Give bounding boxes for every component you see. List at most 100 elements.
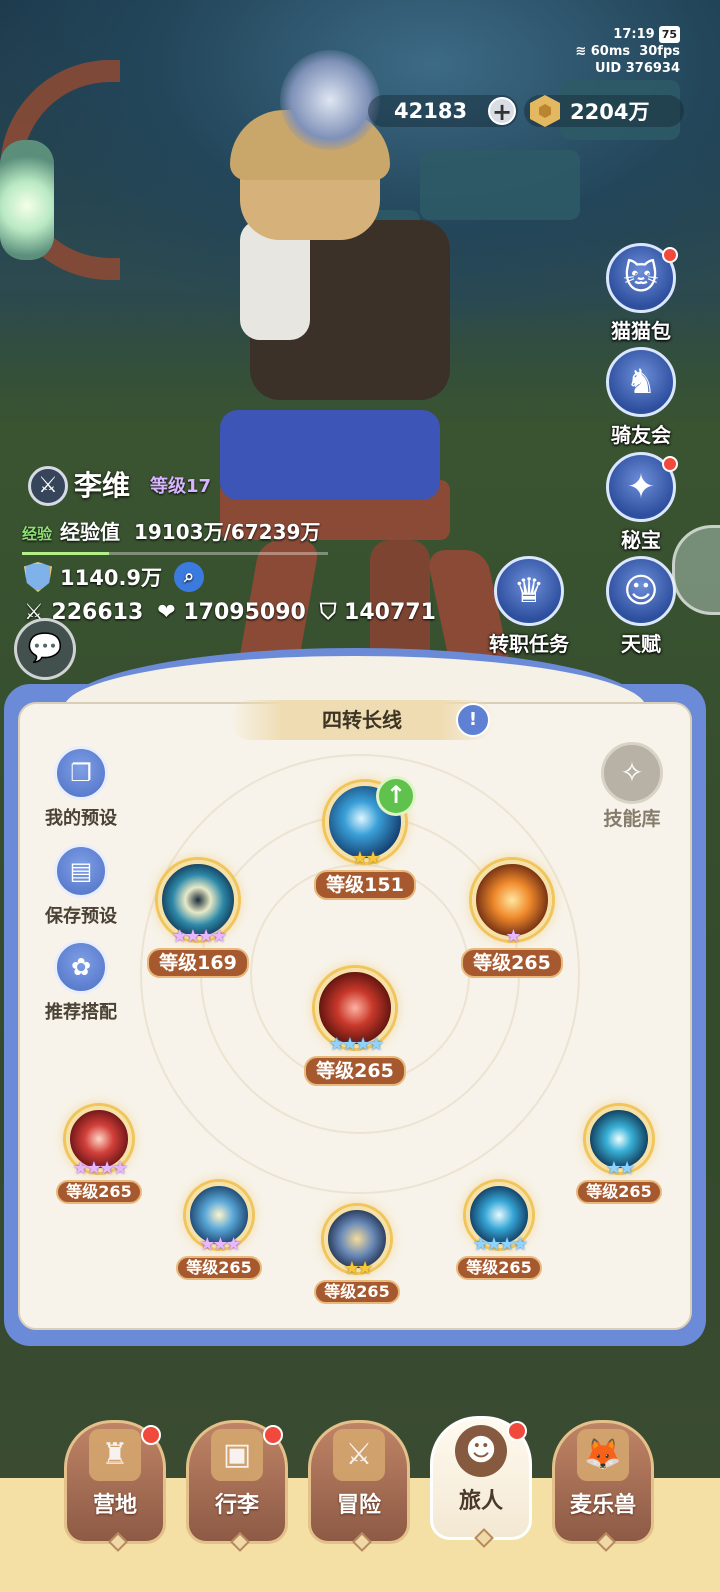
- add-gems-button[interactable]: +: [488, 97, 516, 125]
- notification-dot: [507, 1421, 527, 1441]
- nav-luggage[interactable]: ▣ 行李: [186, 1420, 288, 1552]
- talent-icon: ☺: [606, 556, 676, 626]
- background-rock: [420, 150, 580, 220]
- stats-row: ⚔ 226613 ❤ 17095090 ⛉ 140771: [24, 600, 436, 625]
- clock: 17:19: [613, 27, 655, 42]
- ping-text: 60ms: [590, 44, 631, 59]
- skill-stars: ★★: [605, 1158, 635, 1179]
- exp-tag: 经验: [22, 525, 53, 543]
- defense-shield-icon: ⛉: [319, 600, 337, 625]
- attack-value: 226613: [51, 600, 144, 625]
- skill-stars: ★★★★: [72, 1158, 129, 1179]
- skill-stars: ★★★★: [171, 926, 228, 947]
- skill-level: 等级265: [314, 1280, 400, 1304]
- side-button-cat-bag[interactable]: 🐱 猫猫包: [596, 243, 686, 344]
- crossed-swords-icon: ⚔: [333, 1429, 385, 1481]
- skill-slot-upper-right[interactable]: ★ 等级265: [447, 860, 577, 978]
- skill-slot-bottom-5[interactable]: ★★ 等级265: [554, 1106, 684, 1204]
- hp-value: 17095090: [183, 600, 306, 625]
- skill-stars: ★★★★: [328, 1034, 385, 1055]
- exp-progress-fill: [22, 552, 109, 555]
- nav-label: 营地: [92, 1493, 137, 1518]
- exp-label: 经验值: [60, 520, 121, 544]
- combat-power-icon: [24, 562, 52, 592]
- castle-icon: ♜: [89, 1429, 141, 1481]
- player-character: [120, 110, 535, 780]
- recommend-build-button[interactable]: ✿ 推荐搭配: [34, 940, 128, 1024]
- fps-text: 30fps: [639, 44, 680, 59]
- exp-progress-bar: [22, 552, 328, 555]
- skill-level: 等级169: [147, 948, 249, 978]
- nav-label: 冒险: [336, 1493, 381, 1518]
- character-level: 等级17: [150, 476, 212, 497]
- skill-slot-bottom-3[interactable]: ★★ 等级265: [292, 1206, 422, 1304]
- power-row: 1140.9万 ⌕: [24, 562, 205, 592]
- nav-label: 行李: [214, 1493, 259, 1518]
- nav-pets[interactable]: 🦊 麦乐兽: [552, 1420, 654, 1552]
- exp-value: 19103万/67239万: [133, 520, 321, 544]
- skill-stars: ★★★★: [472, 1234, 529, 1255]
- side-button-label: 猫猫包: [611, 319, 671, 343]
- skill-level: 等级265: [304, 1056, 406, 1086]
- my-presets-button[interactable]: ❐ 我的预设: [34, 746, 128, 830]
- nav-traveler[interactable]: ☻ 旅人: [430, 1416, 532, 1548]
- save-icon: ▤: [54, 844, 108, 898]
- fox-icon: 🦊: [577, 1429, 629, 1481]
- horse-icon: ♞: [606, 347, 676, 417]
- recommend-icon: ✿: [54, 940, 108, 994]
- side-button-class-change-quest[interactable]: ♛ 转职任务: [474, 556, 584, 657]
- preset-label: 我的预设: [45, 808, 117, 829]
- nav-label: 麦乐兽: [569, 1493, 636, 1518]
- side-button-label: 骑友会: [611, 423, 671, 447]
- lantern: [0, 140, 54, 260]
- nav-camp[interactable]: ♜ 营地: [64, 1420, 166, 1552]
- uid-text: UID 376934: [595, 61, 680, 76]
- skill-library-button[interactable]: ✧ 技能库: [592, 742, 672, 831]
- panel-title: 四转长线: [230, 700, 494, 740]
- skill-slot-bottom-2[interactable]: ★★★ 等级265: [154, 1182, 284, 1280]
- gem-currency: 42183 +: [368, 95, 518, 127]
- chest-icon: ▣: [211, 1429, 263, 1481]
- side-button-riders-club[interactable]: ♞ 骑友会: [596, 347, 686, 448]
- upgrade-arrow-icon[interactable]: ↑: [376, 776, 416, 816]
- preset-card-icon: ❐: [54, 746, 108, 800]
- class-emblem-icon: ⚔: [28, 466, 68, 506]
- notification-dot: [141, 1425, 161, 1445]
- skill-level: 等级265: [176, 1256, 262, 1280]
- skill-stars: ★★★: [199, 1234, 241, 1255]
- floating-pet: [280, 50, 380, 150]
- notification-dot: [263, 1425, 283, 1445]
- skill-level: 等级265: [576, 1180, 662, 1204]
- skill-panel: 四转长线 ! ❐ 我的预设 ▤ 保存预设 ✿ 推荐搭配 ✧ 技能库 ↑ ★★ 等…: [4, 648, 706, 1346]
- notification-dot: [662, 247, 678, 263]
- skill-slot-top[interactable]: ↑ ★★ 等级151: [300, 776, 430, 900]
- skill-stars: ★: [505, 926, 521, 947]
- traveler-portrait-icon: ☻: [455, 1425, 507, 1477]
- info-book-icon[interactable]: !: [456, 703, 490, 737]
- search-icon[interactable]: ⌕: [174, 562, 205, 592]
- nav-adventure[interactable]: ⚔ 冒险: [308, 1420, 410, 1552]
- gem-amount: 42183: [394, 99, 468, 123]
- wifi-icon: ≋: [575, 44, 587, 59]
- skill-slot-upper-left[interactable]: ★★★★ 等级169: [133, 860, 263, 978]
- heart-icon: ❤: [157, 600, 176, 625]
- nav-label: 旅人: [458, 1489, 503, 1514]
- skill-slot-center[interactable]: ★★★★ 等级265: [290, 968, 420, 1086]
- skill-library-icon: ✧: [601, 742, 663, 804]
- skill-stars: ★★: [351, 848, 381, 869]
- skill-library-label: 技能库: [603, 808, 661, 830]
- gold-currency: 2204万: [524, 95, 684, 127]
- skill-level: 等级265: [456, 1256, 542, 1280]
- class-change-icon: ♛: [494, 556, 564, 626]
- skill-slot-bottom-4[interactable]: ★★★★ 等级265: [434, 1182, 564, 1280]
- side-button-treasure[interactable]: ✦ 秘宝: [596, 452, 686, 553]
- skill-slot-bottom-1[interactable]: ★★★★ 等级265: [34, 1106, 164, 1204]
- combat-power: 1140.9万: [60, 566, 163, 590]
- skill-level: 等级151: [314, 870, 416, 900]
- notification-dot: [662, 456, 678, 472]
- skill-level: 等级265: [461, 948, 563, 978]
- skill-level: 等级265: [56, 1180, 142, 1204]
- save-preset-button[interactable]: ▤ 保存预设: [34, 844, 128, 928]
- gold-coin-icon: [530, 95, 560, 127]
- side-button-label: 秘宝: [621, 528, 661, 552]
